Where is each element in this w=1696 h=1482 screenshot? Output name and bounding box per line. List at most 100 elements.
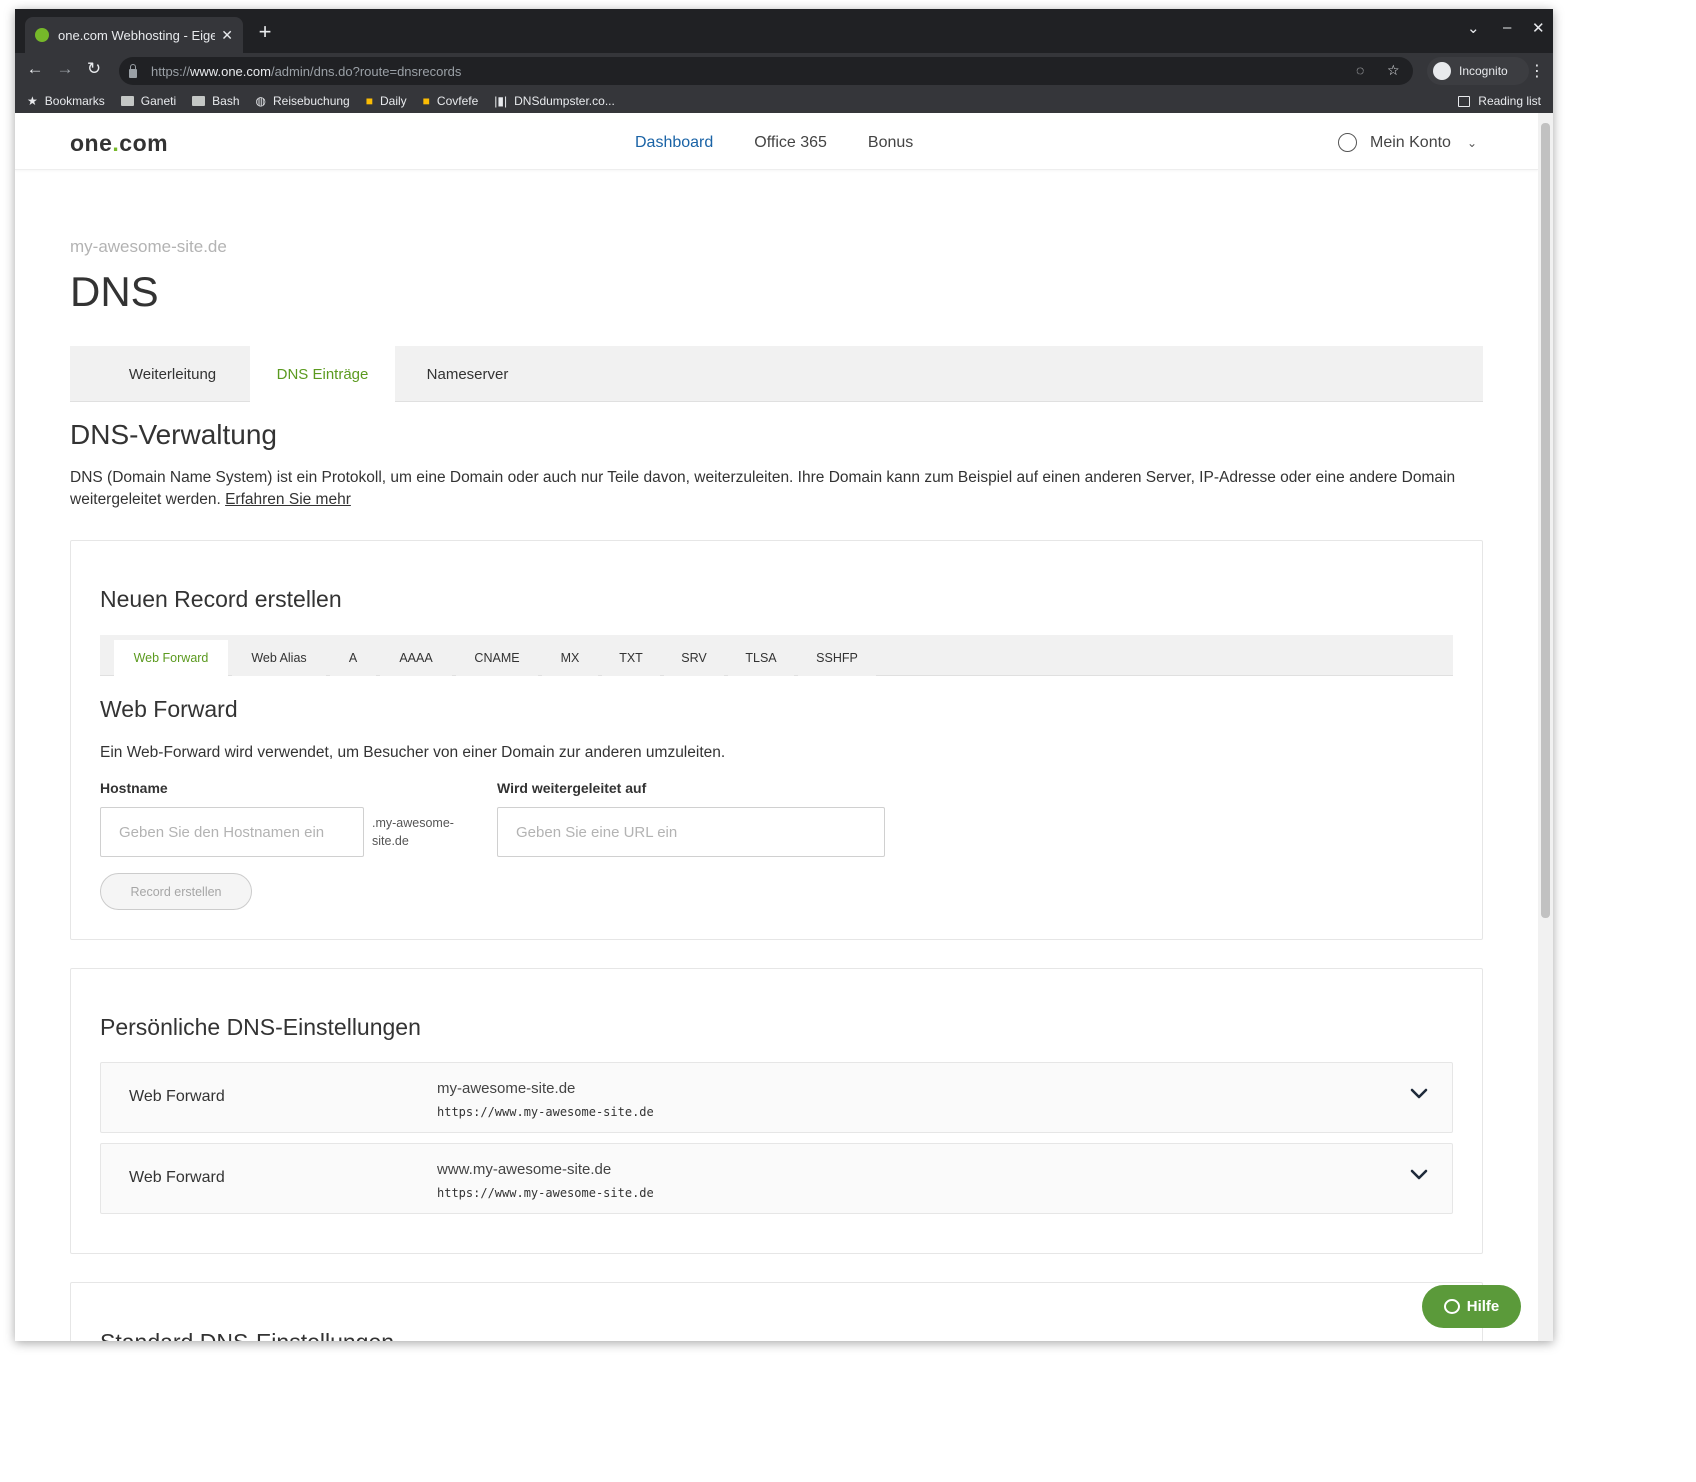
bookmark-daily[interactable]: ■ Daily	[366, 94, 407, 108]
record-tab-tlsa[interactable]: TLSA	[728, 640, 794, 676]
record-type: Web Forward	[129, 1169, 225, 1186]
record-type-tabs: Web Forward Web Alias A AAAA CNAME MX TX…	[100, 635, 1453, 676]
bookmark-label: Bookmarks	[44, 94, 105, 108]
minimize-icon[interactable]: –	[1503, 19, 1511, 36]
calendar-icon: ■	[422, 94, 430, 108]
hostname-suffix: .my-awesome-site.de	[372, 816, 454, 848]
bookmark-label: DNSdumpster.co...	[514, 94, 615, 108]
record-tab-web-forward[interactable]: Web Forward	[114, 640, 228, 676]
record-tab-sshfp[interactable]: SSHFP	[798, 640, 876, 676]
one-com-logo[interactable]: one.com	[70, 130, 168, 157]
reading-list-icon	[1458, 95, 1471, 107]
tab-search-chevron-icon[interactable]: ⌄	[1467, 19, 1480, 37]
record-tab-srv[interactable]: SRV	[664, 640, 724, 676]
star-icon[interactable]: ☆	[1387, 62, 1400, 79]
eye-off-icon[interactable]: ◌	[1356, 62, 1364, 78]
record-target: https://www.my-awesome-site.de	[437, 1186, 654, 1200]
record-tab-mx[interactable]: MX	[542, 640, 598, 676]
bookmark-covfefe[interactable]: ■ Covfefe	[423, 94, 479, 108]
section-title: DNS-Verwaltung	[70, 419, 277, 450]
site-header: one.com Dashboard Office 365 Bonus Mein …	[15, 113, 1538, 170]
record-tab-txt[interactable]: TXT	[602, 640, 660, 676]
bookmark-label: Covfefe	[436, 94, 479, 108]
bookmark-label: Ganeti	[140, 94, 177, 108]
bookmark-ganeti[interactable]: Ganeti	[120, 94, 177, 108]
personal-dns-title: Persönliche DNS-Einstellungen	[100, 1014, 421, 1040]
calendar-icon: ■	[365, 94, 373, 108]
record-type: Web Forward	[129, 1088, 225, 1105]
record-tab-aaaa[interactable]: AAAA	[380, 640, 452, 676]
dns-record-row[interactable]: Web Forward www.my-awesome-site.de https…	[100, 1143, 1453, 1214]
tab-weiterleitung[interactable]: Weiterleitung	[100, 346, 245, 402]
chevron-down-icon[interactable]	[1409, 1164, 1429, 1184]
record-tab-web-alias[interactable]: Web Alias	[232, 640, 326, 676]
user-icon	[1338, 133, 1357, 152]
bookmark-bash[interactable]: Bash	[192, 94, 240, 108]
incognito-badge[interactable]: Incognito	[1427, 57, 1529, 85]
page-viewport: one.com Dashboard Office 365 Bonus Mein …	[15, 113, 1538, 1341]
form-description: Ein Web-Forward wird verwendet, um Besuc…	[100, 744, 726, 761]
account-label: Mein Konto	[1370, 133, 1451, 151]
intro-text: DNS (Domain Name System) ist ein Protoko…	[70, 469, 1456, 508]
dns-icon: |▮|	[494, 94, 508, 108]
record-tab-a[interactable]: A	[330, 640, 376, 676]
forward-icon[interactable]: →	[53, 59, 77, 79]
folder-icon	[192, 96, 206, 106]
bookmark-label: Bash	[212, 94, 240, 108]
scrollbar[interactable]	[1538, 113, 1553, 1341]
menu-kebab-icon[interactable]: ⋮	[1529, 61, 1545, 81]
reload-icon[interactable]: ↻	[82, 59, 106, 79]
chevron-down-icon[interactable]	[1409, 1083, 1429, 1103]
standard-dns-card: Standard DNS-Einstellungen	[70, 1282, 1483, 1341]
chevron-down-icon: ⌄	[1466, 135, 1477, 150]
help-button[interactable]: Hilfe	[1422, 1285, 1521, 1328]
dns-tabs: Weiterleitung DNS Einträge Nameserver	[70, 346, 1483, 403]
target-placeholder: Geben Sie eine URL ein	[516, 823, 678, 841]
scrollbar-thumb[interactable]	[1541, 123, 1550, 918]
incognito-icon	[1433, 62, 1451, 80]
lock-icon	[129, 63, 137, 78]
learn-more-link[interactable]: Erfahren Sie mehr	[225, 491, 351, 508]
help-label: Hilfe	[1466, 1298, 1500, 1315]
target-url-input[interactable]: Geben Sie eine URL ein	[497, 807, 885, 857]
nav-office-365[interactable]: Office 365	[754, 134, 827, 152]
domain-label: my-awesome-site.de	[70, 237, 227, 256]
bookmarks-bar: ★ Bookmarks Ganeti Bash ◍ Reisebuchung ■ Da…	[15, 89, 1553, 113]
hostname-input[interactable]: Geben Sie den Hostnamen ein	[100, 807, 364, 857]
tab-dns-eintraege[interactable]: DNS Einträge	[250, 346, 395, 403]
record-host: www.my-awesome-site.de	[437, 1161, 612, 1178]
nav-dashboard[interactable]: Dashboard	[635, 134, 713, 152]
close-icon[interactable]: ✕	[221, 27, 233, 44]
star-icon: ★	[27, 94, 38, 108]
incognito-label: Incognito	[1459, 64, 1508, 78]
reading-list[interactable]: Reading list	[1458, 89, 1541, 113]
create-record-title: Neuen Record erstellen	[100, 586, 342, 612]
address-bar[interactable]: https://www.one.com/admin/dns.do?route=d…	[119, 57, 1413, 85]
hostname-label: Hostname	[100, 780, 168, 796]
record-target: https://www.my-awesome-site.de	[437, 1105, 654, 1119]
tab-strip: one.com Webhosting - Eigene ✕ + ⌄ – ✕	[15, 9, 1553, 53]
tab-nameserver[interactable]: Nameserver	[400, 346, 535, 402]
standard-dns-title: Standard DNS-Einstellungen	[100, 1329, 394, 1341]
target-label: Wird weitergeleitet auf	[497, 780, 647, 796]
bookmark-dnsdumpster[interactable]: |▮| DNSdumpster.co...	[494, 94, 615, 108]
close-window-icon[interactable]: ✕	[1532, 19, 1545, 37]
nav-bonus[interactable]: Bonus	[868, 134, 913, 152]
new-tab-icon[interactable]: +	[253, 19, 277, 45]
browser-window: one.com Webhosting - Eigene ✕ + ⌄ – ✕ ← …	[15, 9, 1553, 1341]
globe-icon: ◍	[255, 94, 266, 108]
record-tab-cname[interactable]: CNAME	[456, 640, 538, 676]
bookmark-bookmarks[interactable]: ★ Bookmarks	[27, 94, 105, 108]
browser-tab[interactable]: one.com Webhosting - Eigene ✕	[25, 17, 243, 53]
main-nav: Dashboard Office 365 Bonus	[635, 134, 913, 152]
tab-title: one.com Webhosting - Eigene	[58, 27, 216, 43]
account-menu[interactable]: Mein Konto ⌄	[1338, 133, 1477, 152]
browser-toolbar: ← → ↻ https://www.one.com/admin/dns.do?r…	[15, 53, 1553, 89]
create-record-button[interactable]: Record erstellen	[100, 873, 252, 910]
dns-record-row[interactable]: Web Forward my-awesome-site.de https://w…	[100, 1062, 1453, 1133]
bookmark-label: Reisebuchung	[273, 94, 350, 108]
bookmark-reisebuchung[interactable]: ◍ Reisebuchung	[256, 94, 350, 108]
personal-dns-card: Persönliche DNS-Einstellungen Web Forwar…	[70, 968, 1483, 1254]
back-icon[interactable]: ←	[23, 59, 47, 79]
chat-icon	[1443, 1299, 1460, 1314]
